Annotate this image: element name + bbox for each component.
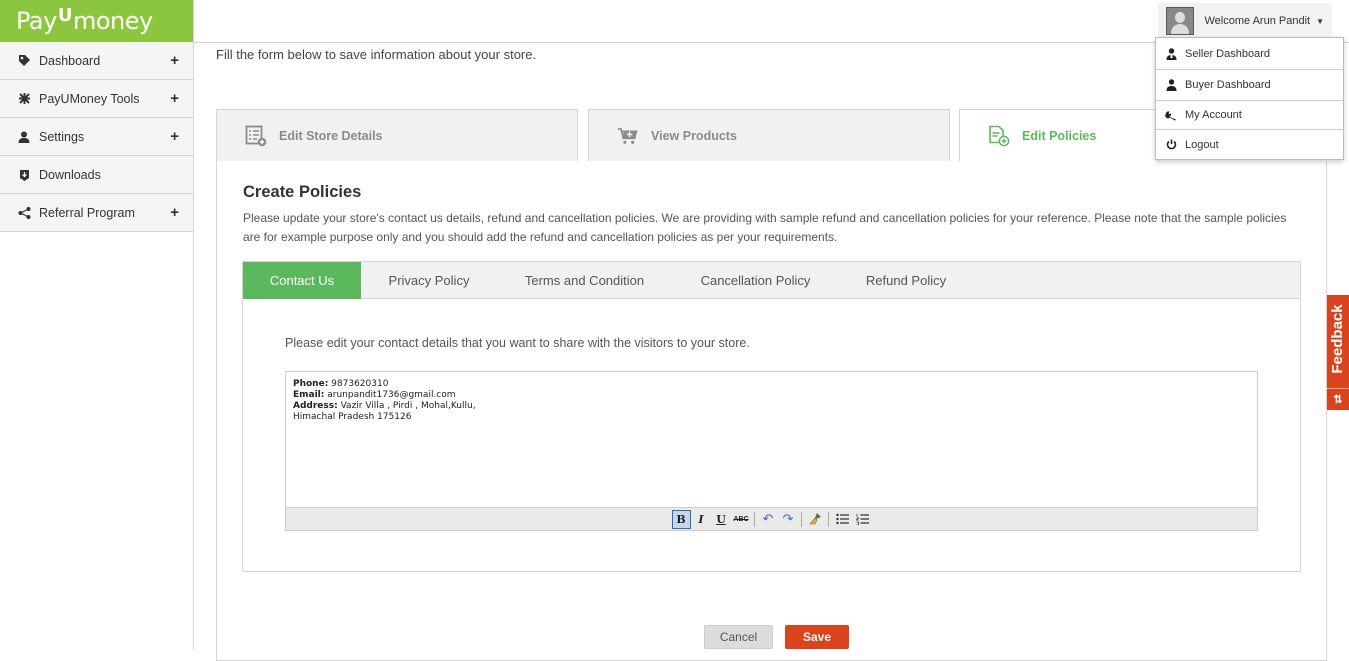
policy-tabs-container: Contact Us Privacy Policy Terms and Cond… [242,261,1301,572]
feedback-icon: ⇅ [1327,388,1349,410]
user-dropdown-menu: Seller Dashboard Buyer Dashboard My Acco… [1155,37,1344,160]
logo-text-right: money [72,7,153,35]
email-label: Email: [293,390,325,400]
undo-button[interactable]: ↶ [759,510,778,529]
numbered-list-button[interactable] [853,510,872,529]
user-menu-toggle[interactable]: Welcome Arun Pandit ▼ [1157,3,1332,39]
welcome-text: Welcome Arun Pandit [1204,15,1311,27]
address-line-2: Himachal Pradesh 175126 [293,412,412,422]
sidebar-item-payumoney-tools[interactable]: PayUMoney Tools + [0,80,193,118]
expand-plus-icon[interactable]: + [170,128,179,145]
toolbar-divider [754,511,755,527]
contact-rich-text-editor[interactable]: Phone: 9873620310 Email: arunpandit1736@… [285,371,1258,531]
address-label: Address: [293,401,338,411]
caret-down-icon: ▼ [1316,16,1324,26]
buyer-icon [1165,79,1177,91]
sidebar-item-label: PayUMoney Tools [39,91,140,106]
cart-plus-icon [617,125,639,147]
tab-edit-policies[interactable]: Edit Policies [959,109,1159,162]
toolbar-divider [801,511,802,527]
address-line-1: Vazir Villa , Pirdi , Mohal,Kullu, [340,401,476,411]
share-icon [16,206,32,219]
expand-plus-icon[interactable]: + [170,204,179,221]
feedback-label: Feedback [1329,304,1346,374]
menu-item-label: Buyer Dashboard [1185,79,1271,91]
bold-button[interactable]: B [671,509,691,529]
menu-item-logout[interactable]: Logout [1156,130,1343,159]
download-icon [16,168,32,181]
sidebar-item-dashboard[interactable]: Dashboard + [0,42,193,80]
avatar [1165,7,1194,35]
store-details-icon [245,125,267,147]
phone-label: Phone: [293,379,329,389]
sidebar-item-label: Downloads [39,167,101,182]
wrench-icon [1165,110,1177,121]
sidebar-item-label: Settings [39,129,85,144]
email-value: arunpandit1736@gmail.com [327,390,456,400]
underline-button[interactable]: U [712,510,731,529]
tab-privacy-policy[interactable]: Privacy Policy [361,262,497,299]
tab-edit-store-details[interactable]: Edit Store Details [216,109,578,162]
payumoney-logo[interactable]: Pay Umoney [0,0,193,42]
editor-toolbar: B I U ABC ↶ ↷ [286,507,1257,530]
logo-text-u: U [57,4,73,26]
contact-note: Please edit your contact details that yo… [285,336,750,350]
create-policies-title: Create Policies [243,183,362,201]
tab-label: Edit Policies [1022,128,1097,143]
italic-button[interactable]: I [692,510,711,529]
tab-cancellation-policy[interactable]: Cancellation Policy [672,262,839,299]
sidebar-item-label: Referral Program [39,205,135,220]
editor-content[interactable]: Phone: 9873620310 Email: arunpandit1736@… [286,372,1257,430]
sidebar-item-settings[interactable]: Settings + [0,118,193,156]
sidebar-item-downloads[interactable]: Downloads [0,156,193,194]
menu-item-my-account[interactable]: My Account [1156,101,1343,130]
cancel-button[interactable]: Cancel [704,625,773,649]
tab-label: Edit Store Details [279,128,383,143]
tab-label: View Products [651,128,737,143]
tab-contact-us[interactable]: Contact Us [243,262,361,299]
clean-format-button[interactable] [806,510,825,529]
sidebar: Pay Umoney Dashboard + PayUMoney Tools + … [0,0,194,650]
menu-item-label: My Account [1185,109,1242,121]
create-policies-description: Please update your store's contact us de… [243,211,1287,244]
expand-plus-icon[interactable]: + [170,90,179,107]
strikethrough-button[interactable]: ABC [732,510,751,529]
save-button[interactable]: Save [785,625,849,649]
phone-value: 9873620310 [331,379,389,389]
user-icon [16,131,32,143]
feedback-tab[interactable]: Feedback ⇅ [1327,295,1349,410]
policy-tab-bar: Contact Us Privacy Policy Terms and Cond… [243,262,1300,299]
tab-view-products[interactable]: View Products [588,109,950,162]
menu-item-label: Seller Dashboard [1185,47,1270,60]
seller-icon [1165,47,1177,60]
toolbar-divider [828,511,829,527]
menu-item-label: Logout [1185,138,1219,151]
logo-text-left: Pay [16,7,57,35]
menu-item-buyer-dashboard[interactable]: Buyer Dashboard [1156,70,1343,101]
tab-terms-and-condition[interactable]: Terms and Condition [497,262,672,299]
power-icon [1165,139,1177,150]
tab-refund-policy[interactable]: Refund Policy [839,262,973,299]
intro-text: Fill the form below to save information … [216,47,537,62]
sidebar-item-referral-program[interactable]: Referral Program + [0,194,193,232]
tools-icon [16,92,32,105]
tag-icon [16,54,32,67]
redo-button[interactable]: ↷ [779,510,798,529]
edit-policies-icon [988,125,1010,147]
sidebar-item-label: Dashboard [39,53,101,68]
expand-plus-icon[interactable]: + [170,52,179,69]
menu-item-seller-dashboard[interactable]: Seller Dashboard [1156,38,1343,70]
bullet-list-button[interactable] [833,510,852,529]
